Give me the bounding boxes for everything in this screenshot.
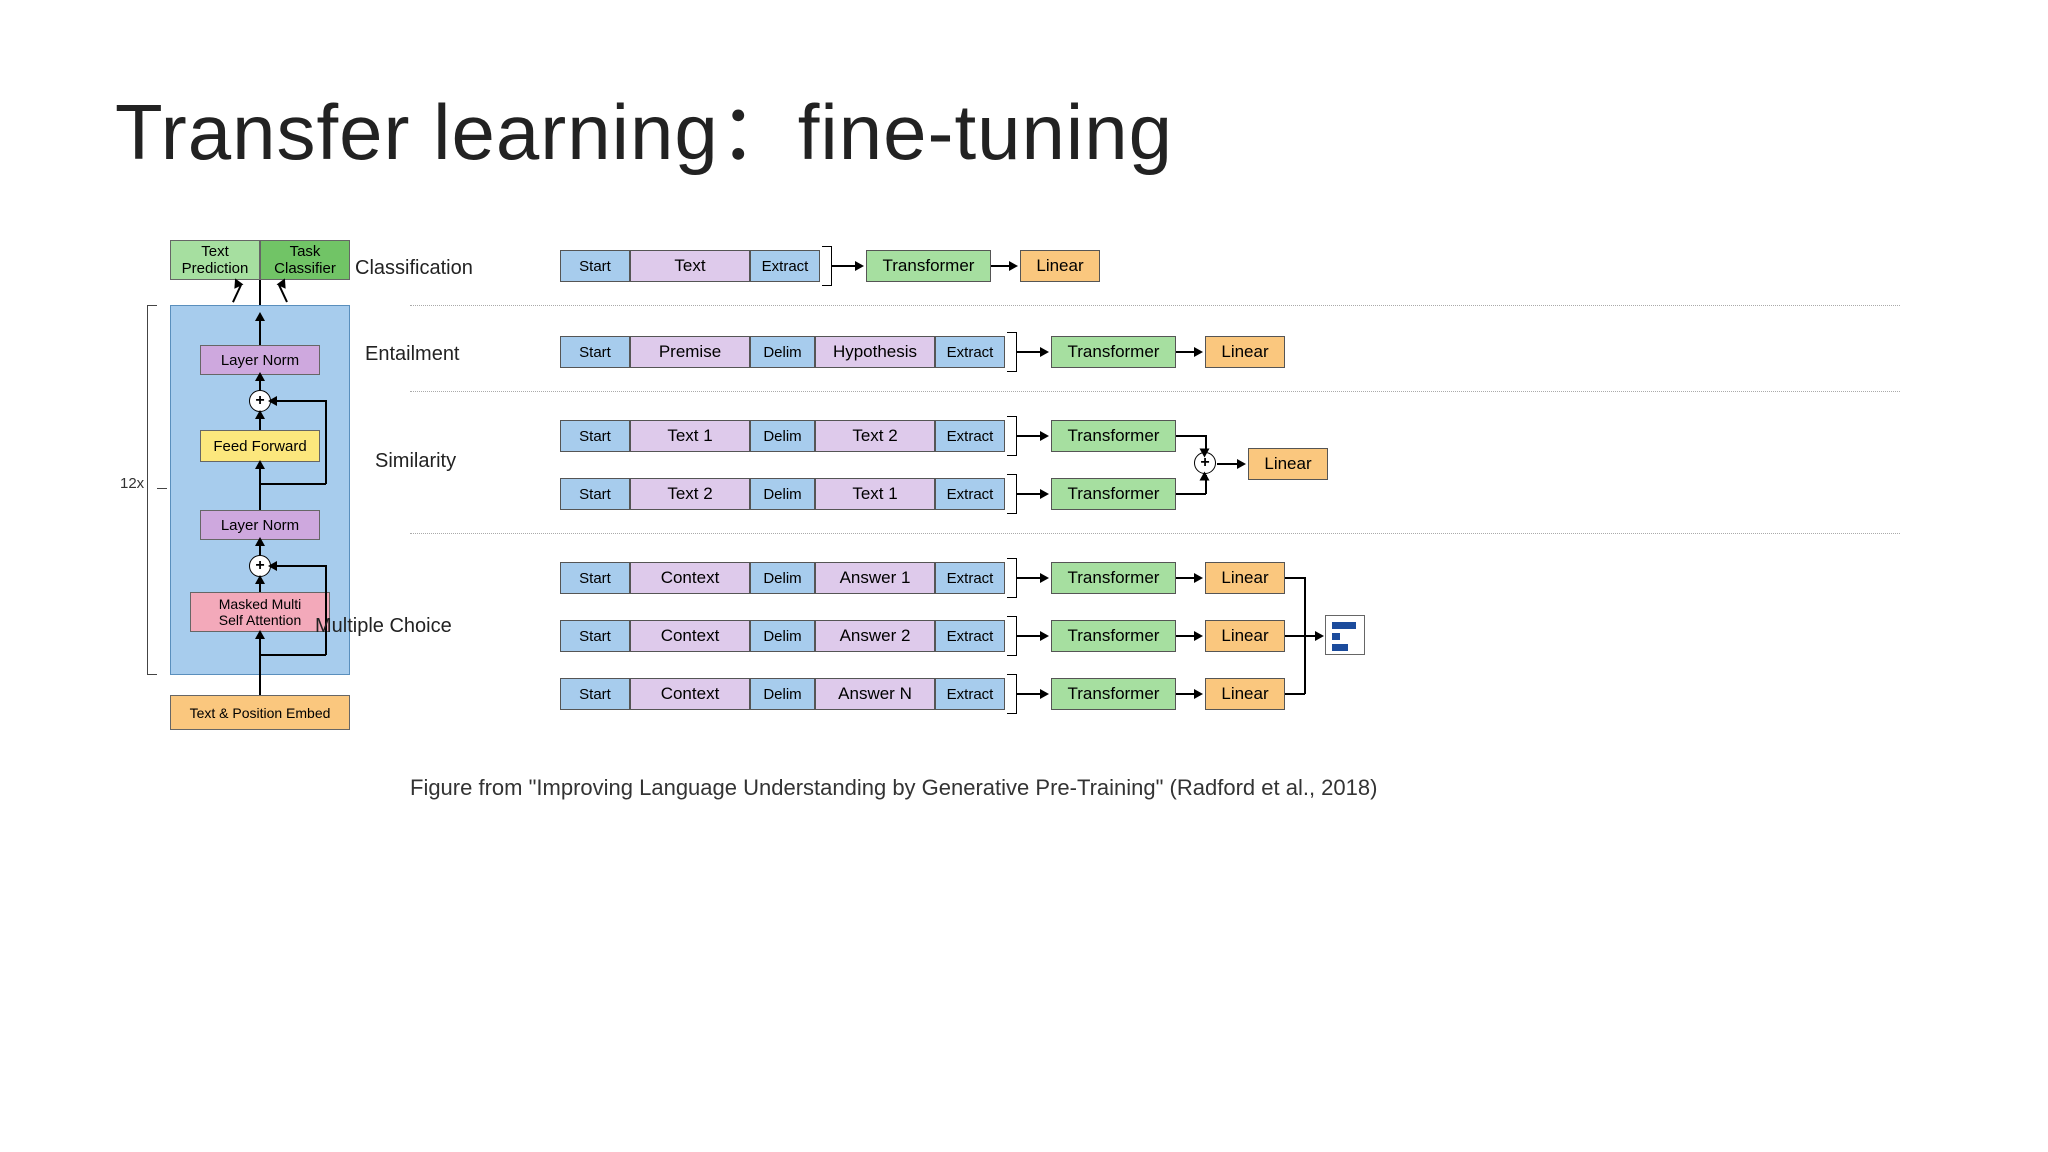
token-answer1: Answer 1 xyxy=(815,562,935,594)
token-delim: Delim xyxy=(750,620,815,652)
transformer-box: Transformer xyxy=(1051,336,1176,368)
token-text1: Text 1 xyxy=(815,478,935,510)
token-text2: Text 2 xyxy=(815,420,935,452)
token-start: Start xyxy=(560,562,630,594)
figure-caption: Figure from "Improving Language Understa… xyxy=(410,775,1377,801)
bracket-icon xyxy=(1007,332,1017,372)
token-start: Start xyxy=(560,678,630,710)
token-extract: Extract xyxy=(935,336,1005,368)
token-delim: Delim xyxy=(750,420,815,452)
multiple-choice-label: Multiple Choice xyxy=(315,615,452,638)
linear-box: Linear xyxy=(1020,250,1100,282)
entailment-label: Entailment xyxy=(365,343,460,366)
transformer-box: Transformer xyxy=(1051,478,1176,510)
token-extract: Extract xyxy=(935,420,1005,452)
similarity-label: Similarity xyxy=(375,450,456,473)
token-context: Context xyxy=(630,562,750,594)
bracket-icon xyxy=(1007,416,1017,456)
token-extract: Extract xyxy=(935,562,1005,594)
token-extract: Extract xyxy=(750,250,820,282)
transformer-box: Transformer xyxy=(866,250,991,282)
layer-norm-bottom: Layer Norm xyxy=(200,510,320,540)
bracket-icon xyxy=(1007,674,1017,714)
token-premise: Premise xyxy=(630,336,750,368)
linear-box: Linear xyxy=(1248,448,1328,480)
token-extract: Extract xyxy=(935,678,1005,710)
divider xyxy=(410,391,1900,392)
token-text2: Text 2 xyxy=(630,478,750,510)
embed-box: Text & Position Embed xyxy=(170,695,350,730)
token-delim: Delim xyxy=(750,678,815,710)
token-start: Start xyxy=(560,336,630,368)
token-delim: Delim xyxy=(750,478,815,510)
page-title: Transfer learning：fine-tuning xyxy=(115,70,1173,182)
token-hypothesis: Hypothesis xyxy=(815,336,935,368)
transformer-box: Transformer xyxy=(1051,562,1176,594)
linear-box: Linear xyxy=(1205,336,1285,368)
divider xyxy=(410,305,1900,306)
layer-norm-top: Layer Norm xyxy=(200,345,320,375)
token-delim: Delim xyxy=(750,562,815,594)
token-context: Context xyxy=(630,620,750,652)
token-start: Start xyxy=(560,250,630,282)
token-start: Start xyxy=(560,478,630,510)
feed-forward-box: Feed Forward xyxy=(200,430,320,462)
token-text1: Text 1 xyxy=(630,420,750,452)
linear-box: Linear xyxy=(1205,562,1285,594)
classification-label: Classification xyxy=(355,257,473,280)
bracket-tick xyxy=(157,488,167,489)
token-answerN: Answer N xyxy=(815,678,935,710)
bracket-icon xyxy=(822,246,832,286)
bracket-icon xyxy=(1007,558,1017,598)
token-start: Start xyxy=(560,620,630,652)
token-extract: Extract xyxy=(935,478,1005,510)
layer-repeat-label: 12x xyxy=(120,475,144,492)
masked-attention-box: Masked Multi Self Attention xyxy=(190,592,330,632)
linear-box: Linear xyxy=(1205,678,1285,710)
task-classifier-box: Task Classifier xyxy=(260,240,350,280)
token-context: Context xyxy=(630,678,750,710)
bracket-icon xyxy=(1007,474,1017,514)
repeat-bracket xyxy=(147,305,157,675)
token-extract: Extract xyxy=(935,620,1005,652)
transformer-box: Transformer xyxy=(1051,678,1176,710)
linear-box: Linear xyxy=(1205,620,1285,652)
divider xyxy=(410,533,1900,534)
token-answer2: Answer 2 xyxy=(815,620,935,652)
diagram-area: Text Prediction Task Classifier 12x Laye… xyxy=(110,230,1940,750)
softmax-chart-icon xyxy=(1325,615,1365,655)
token-delim: Delim xyxy=(750,336,815,368)
transformer-box: Transformer xyxy=(1051,620,1176,652)
token-start: Start xyxy=(560,420,630,452)
text-prediction-box: Text Prediction xyxy=(170,240,260,280)
transformer-box: Transformer xyxy=(1051,420,1176,452)
token-text: Text xyxy=(630,250,750,282)
bracket-icon xyxy=(1007,616,1017,656)
